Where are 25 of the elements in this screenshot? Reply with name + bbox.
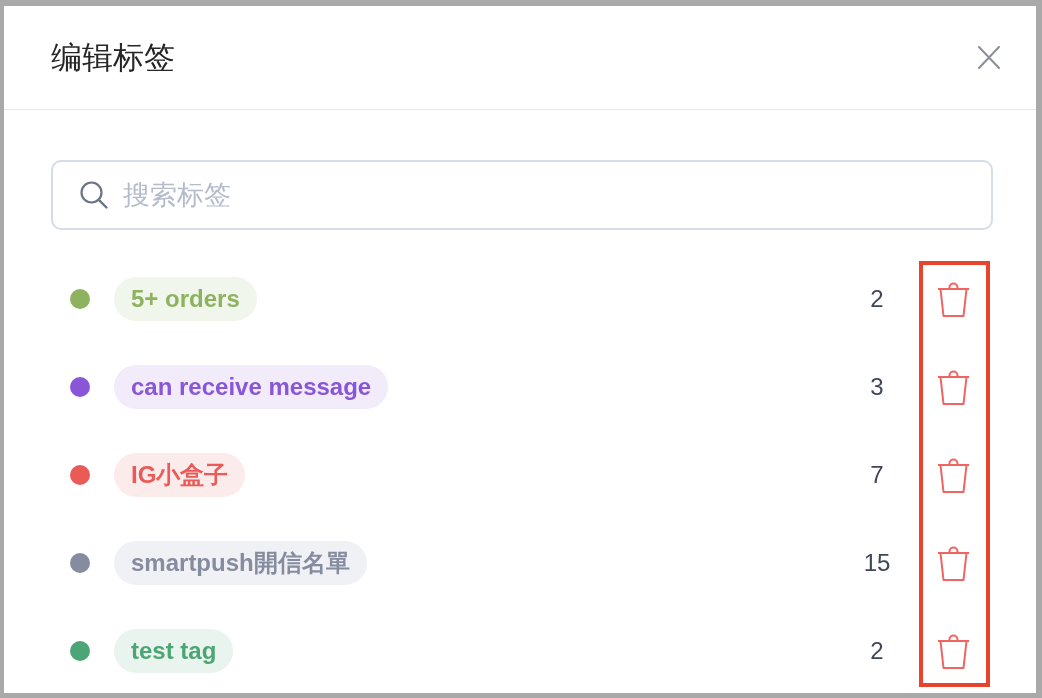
delete-button[interactable] (937, 633, 970, 669)
trash-icon (937, 369, 970, 405)
search-icon (80, 181, 108, 209)
tag-count: 15 (862, 549, 892, 577)
tag-label: 5+ orders (114, 277, 257, 321)
delete-button[interactable] (937, 369, 970, 405)
delete-button[interactable] (937, 457, 970, 493)
tag-count: 7 (869, 461, 885, 489)
trash-icon (937, 633, 970, 669)
tag-label: test tag (114, 629, 234, 673)
tag-count: 2 (869, 637, 885, 665)
delete-button[interactable] (937, 545, 970, 581)
tag-label: smartpush開信名單 (114, 541, 367, 585)
tag-label: can receive message (114, 365, 389, 409)
tag-label: IG小盒子 (114, 453, 246, 497)
dialog-title: 编辑标签 (51, 38, 175, 77)
tag-count: 2 (869, 285, 885, 313)
delete-button[interactable] (937, 281, 970, 317)
search-field[interactable]: 搜索标签 (51, 160, 993, 230)
trash-icon (937, 281, 970, 317)
trash-icon (937, 457, 970, 493)
close-button[interactable] (978, 46, 1000, 69)
trash-icon (937, 545, 970, 581)
tag-count: 3 (869, 373, 885, 401)
close-icon (978, 46, 1000, 69)
